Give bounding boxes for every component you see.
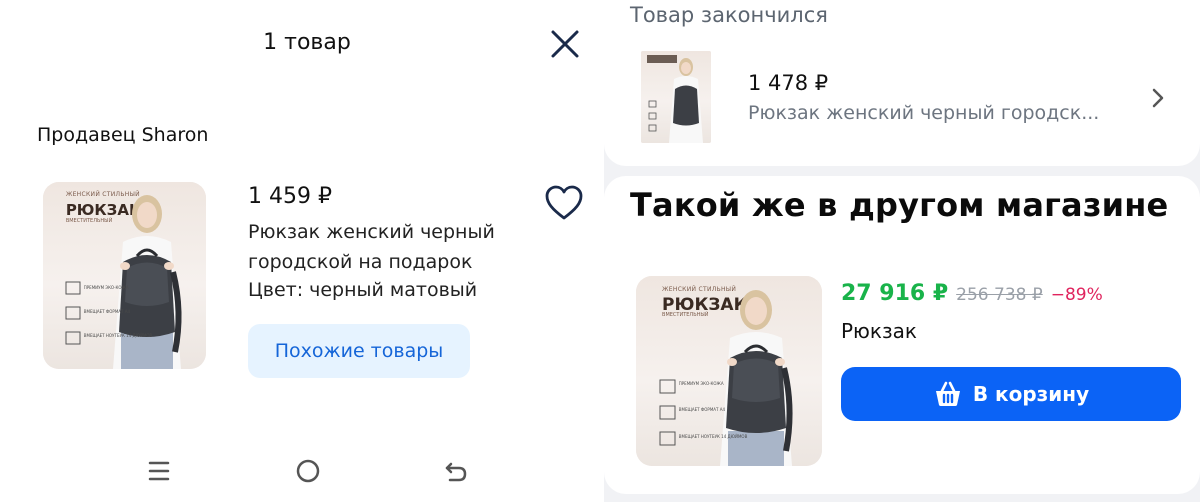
product-page-panel: Товар закончился 1 478 ₽ Рюкзак женский …: [604, 0, 1200, 502]
home-button[interactable]: [293, 456, 323, 486]
product-name[interactable]: Рюкзак женский черный городской на подар…: [248, 217, 548, 277]
same-in-other-store-heading: Такой же в другом магазине: [630, 186, 1169, 224]
out-of-stock-price: 1 478 ₽: [748, 71, 829, 95]
offer-price: 27 916 ₽: [841, 281, 949, 306]
back-icon: [445, 462, 467, 482]
out-of-stock-card: Товар закончился 1 478 ₽ Рюкзак женский …: [604, 0, 1200, 166]
backpack-photo-small: [641, 51, 711, 143]
product-price: 1 459 ₽: [248, 184, 332, 209]
out-of-stock-label: Товар закончился: [630, 3, 828, 27]
product-image[interactable]: ЖЕНСКИЙ СТИЛЬНЫЙ РЮКЗАК ВМЕСТИТЕЛЬНЫЙ ПР…: [43, 182, 206, 369]
close-button[interactable]: [548, 27, 582, 61]
open-product-button[interactable]: [1148, 84, 1168, 112]
favorite-button[interactable]: [544, 184, 584, 222]
image-feature-1: ПРЕМИУМ ЭКО-КОЖА: [678, 380, 724, 386]
cart-sheet-panel: 1 товар Продавец Sharon ЖЕНСКИЙ СТИЛЬНЫЙ…: [0, 0, 604, 502]
offer-price-row: 27 916 ₽ 256 738 ₽ −89%: [841, 281, 1103, 306]
offer-product-name[interactable]: Рюкзак: [841, 319, 917, 343]
out-of-stock-product-image[interactable]: [641, 51, 711, 143]
basket-icon: [935, 381, 960, 406]
offer-old-price: 256 738 ₽: [956, 285, 1043, 305]
image-feature-2: ВМЕЩАЕТ ФОРМАТ А4: [678, 407, 726, 413]
sheet-title: 1 товар: [263, 30, 351, 55]
home-circle-icon: [296, 459, 320, 483]
recent-apps-button[interactable]: [144, 456, 174, 486]
image-feature-3: ВМЕЩАЕТ НОУТБУК 14 ДЮЙМОВ: [83, 333, 153, 339]
product-color: Цвет: черный матовый: [248, 279, 478, 301]
backpack-photo-large: ЖЕНСКИЙ СТИЛЬНЫЙ РЮКЗАК ВМЕСТИТЕЛЬНЫЙ ПР…: [636, 276, 822, 466]
offer-discount: −89%: [1050, 285, 1103, 305]
system-nav-bar: [0, 448, 604, 494]
chevron-right-icon: [1152, 88, 1164, 108]
image-feature-2: ВМЕЩАЕТ ФОРМАТ А4: [83, 309, 131, 315]
page: 1 товар Продавец Sharon ЖЕНСКИЙ СТИЛЬНЫЙ…: [0, 0, 1200, 502]
add-to-cart-button[interactable]: В корзину: [841, 367, 1181, 421]
seller-name: Продавец Sharon: [37, 124, 209, 146]
heart-icon: [545, 185, 583, 220]
other-store-card: Такой же в другом магазине ЖЕНСКИЙ СТИЛЬ…: [604, 176, 1200, 494]
offer-product-image[interactable]: ЖЕНСКИЙ СТИЛЬНЫЙ РЮКЗАК ВМЕСТИТЕЛЬНЫЙ ПР…: [636, 276, 822, 466]
image-feature-1: ПРЕМИУМ ЭКО-КОЖА: [83, 284, 129, 290]
close-icon: [551, 30, 579, 58]
model-with-backpack-illustration: [65, 195, 182, 369]
add-to-cart-label: В корзину: [972, 382, 1090, 406]
menu-icon: [148, 461, 170, 481]
model-with-backpack-illustration: [647, 55, 703, 143]
out-of-stock-product-name[interactable]: Рюкзак женский черный городск...: [748, 102, 1128, 124]
image-feature-3: ВМЕЩАЕТ НОУТБУК 14 ДЮЙМОВ: [678, 433, 748, 439]
backpack-photo: ЖЕНСКИЙ СТИЛЬНЫЙ РЮКЗАК ВМЕСТИТЕЛЬНЫЙ ПР…: [43, 182, 206, 369]
back-button[interactable]: [441, 456, 471, 486]
similar-products-button[interactable]: Похожие товары: [248, 324, 470, 378]
